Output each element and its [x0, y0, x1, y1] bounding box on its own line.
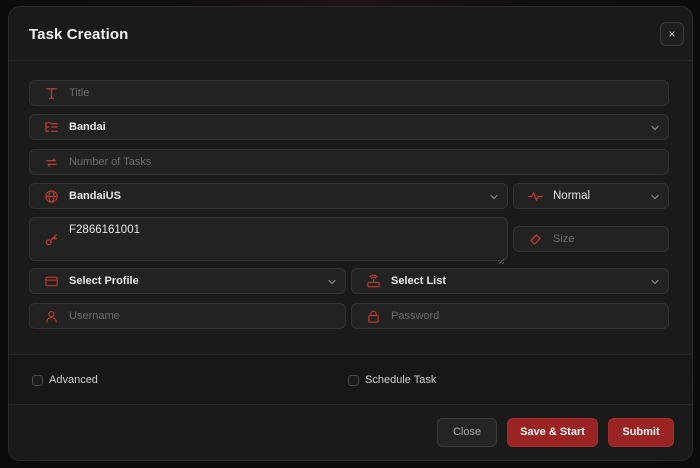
modal-title: Task Creation: [29, 26, 129, 43]
submit-button[interactable]: Submit: [608, 418, 674, 447]
repeat-icon: [44, 155, 59, 170]
advanced-label: Advanced: [49, 374, 98, 386]
advanced-option[interactable]: Advanced: [32, 374, 98, 386]
ruler-icon: [528, 232, 543, 247]
profile-select[interactable]: Select Profile: [29, 268, 346, 294]
username-placeholder: Username: [69, 310, 120, 322]
site-select[interactable]: Bandai: [29, 114, 669, 140]
user-icon: [44, 309, 59, 324]
credit-card-icon: [44, 274, 59, 289]
chevron-down-icon: [650, 192, 660, 202]
password-input[interactable]: Password: [351, 303, 669, 329]
activity-icon: [528, 189, 543, 204]
schedule-option[interactable]: Schedule Task: [348, 374, 436, 386]
product-textarea[interactable]: F2866161001: [29, 217, 508, 265]
password-placeholder: Password: [391, 310, 440, 322]
close-button[interactable]: Close: [437, 418, 497, 447]
task-count-input[interactable]: Number of Tasks: [29, 149, 669, 175]
lock-icon: [366, 309, 381, 324]
list-tree-icon: [44, 120, 59, 135]
region-value: BandaiUS: [69, 190, 121, 202]
title-input[interactable]: Title: [29, 80, 669, 106]
globe-icon: [44, 189, 59, 204]
username-input[interactable]: Username: [29, 303, 346, 329]
mode-select[interactable]: Normal: [513, 183, 669, 209]
chevron-down-icon: [650, 277, 660, 287]
chevron-down-icon: [327, 277, 337, 287]
mode-value: Normal: [553, 190, 591, 202]
profile-value: Select Profile: [69, 275, 139, 287]
chevron-down-icon: [489, 192, 499, 202]
chevron-down-icon: [650, 123, 660, 133]
schedule-label: Schedule Task: [365, 374, 437, 386]
resize-grip-icon[interactable]: [498, 251, 505, 265]
schedule-checkbox[interactable]: [348, 374, 359, 386]
size-input[interactable]: Size: [513, 226, 669, 252]
close-modal-button[interactable]: ×: [660, 22, 684, 46]
title-placeholder: Title: [69, 87, 90, 99]
modal-header: Task Creation ×: [9, 7, 692, 61]
text-icon: [44, 86, 59, 101]
task-count-placeholder: Number of Tasks: [69, 156, 152, 168]
site-value: Bandai: [69, 121, 106, 133]
product-value: F2866161001: [69, 224, 140, 236]
advanced-checkbox[interactable]: [32, 374, 43, 386]
options-divider-bottom: [9, 404, 692, 405]
region-select[interactable]: BandaiUS: [29, 183, 508, 209]
key-icon: [44, 232, 59, 247]
save-start-button[interactable]: Save & Start: [507, 418, 598, 447]
router-icon: [366, 274, 381, 289]
list-select[interactable]: Select List: [351, 268, 669, 294]
list-value: Select List: [391, 275, 447, 287]
task-creation-modal: Task Creation × Title Bandai Number of T…: [8, 6, 693, 461]
size-placeholder: Size: [553, 233, 575, 245]
